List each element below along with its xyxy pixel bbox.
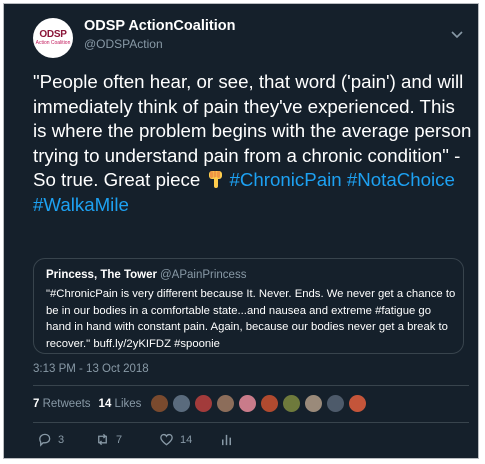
avatar-logo-text: ODSP xyxy=(39,28,67,40)
retweet-count: 7 xyxy=(116,433,123,446)
hashtag-notachoice[interactable]: #NotaChoice xyxy=(347,169,455,190)
liker-avatar[interactable] xyxy=(282,394,301,413)
avatar[interactable]: ODSP Action Coalition xyxy=(33,18,73,58)
quoted-author-handle: @APainPrincess xyxy=(160,269,247,281)
retweets-label: Retweets xyxy=(42,398,91,410)
analytics-button[interactable] xyxy=(219,432,240,447)
retweet-button[interactable]: 7 xyxy=(95,432,122,447)
liker-avatar[interactable] xyxy=(216,394,235,413)
chevron-down-icon[interactable] xyxy=(450,30,464,40)
engagement-stats: 7 Retweets 14 Likes xyxy=(33,398,141,410)
reply-count: 3 xyxy=(58,433,65,446)
likes-stat[interactable]: 14 Likes xyxy=(99,398,142,410)
tweet-timestamp[interactable]: 3:13 PM - 13 Oct 2018 xyxy=(33,363,149,375)
hashtag-walkamile[interactable]: #WalkaMile xyxy=(33,194,129,215)
quoted-author-name: Princess, The Tower xyxy=(46,269,157,281)
analytics-icon xyxy=(222,434,231,446)
author-name[interactable]: ODSP ActionCoalition xyxy=(84,18,235,34)
reply-icon xyxy=(39,433,51,447)
heart-icon xyxy=(160,433,173,446)
backhand-index-pointing-down-icon xyxy=(209,171,223,189)
liker-avatar[interactable] xyxy=(238,394,257,413)
liker-avatar[interactable] xyxy=(348,394,367,413)
divider xyxy=(33,385,469,386)
liker-avatar[interactable] xyxy=(304,394,323,413)
liker-avatar[interactable] xyxy=(326,394,345,413)
avatar-logo-subtext: Action Coalition xyxy=(35,39,71,46)
tweet-text: "People often hear, or see, that word ('… xyxy=(33,70,473,218)
quoted-tweet-header: Princess, The Tower @APainPrincess xyxy=(46,269,246,281)
retweet-icon xyxy=(98,433,107,446)
hashtag-chronicpain[interactable]: #ChronicPain xyxy=(229,169,341,190)
author-handle[interactable]: @ODSPAction xyxy=(84,37,163,51)
likes-count: 14 xyxy=(98,398,112,410)
quoted-tweet[interactable]: Princess, The Tower @APainPrincess "#Chro… xyxy=(33,258,464,354)
retweets-stat[interactable]: 7 Retweets xyxy=(33,398,91,410)
quoted-tweet-text: "#ChronicPain is very different because … xyxy=(46,288,456,350)
liker-avatar[interactable] xyxy=(260,394,279,413)
liker-avatar[interactable] xyxy=(194,394,213,413)
liker-avatar[interactable] xyxy=(172,394,191,413)
divider xyxy=(33,422,469,423)
tweet-actions: 3 7 14 xyxy=(33,432,473,450)
retweets-count: 7 xyxy=(33,398,40,410)
like-count: 14 xyxy=(180,433,193,446)
likes-label: Likes xyxy=(114,398,142,410)
liker-avatars xyxy=(150,394,370,413)
like-button[interactable]: 14 xyxy=(159,432,192,447)
liker-avatar[interactable] xyxy=(150,394,169,413)
reply-button[interactable]: 3 xyxy=(37,432,64,447)
tweet-card: ODSP Action Coalition ODSP ActionCoaliti… xyxy=(3,3,479,459)
